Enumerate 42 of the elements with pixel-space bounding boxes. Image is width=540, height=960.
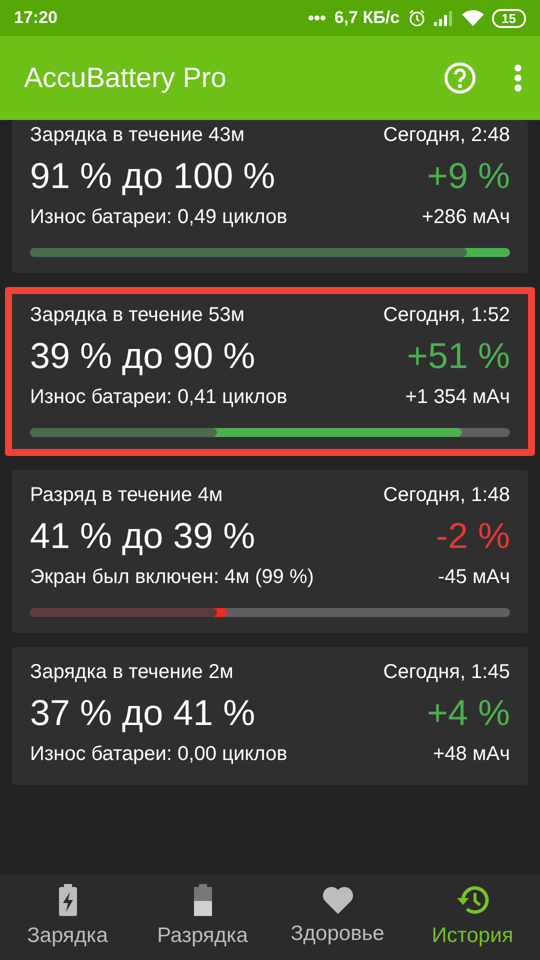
session-detail: Износ батареи: 0,41 циклов xyxy=(30,385,288,410)
network-speed: 6,7 КБ/с xyxy=(334,7,400,30)
nav-tab[interactable]: Разрядка xyxy=(135,880,270,956)
capacity-change: +48 мАч xyxy=(433,742,510,767)
help-icon[interactable] xyxy=(444,62,476,94)
session-duration: Зарядка в течение 53м xyxy=(30,303,244,328)
percent-change: +4 % xyxy=(426,691,510,735)
charge-range: 91 % до 100 % xyxy=(30,154,276,198)
app-title: AccuBattery Pro xyxy=(24,61,226,95)
nav-tab[interactable]: Здоровье xyxy=(270,882,405,954)
charge-range: 41 % до 39 % xyxy=(30,514,256,558)
session-duration: Зарядка в течение 43м xyxy=(30,123,244,148)
capacity-change: -45 мАч xyxy=(438,565,510,590)
session-duration: Зарядка в течение 2м xyxy=(30,660,234,685)
history-icon xyxy=(456,884,490,916)
nav-tab[interactable]: Зарядка xyxy=(0,880,135,956)
percent-change: -2 % xyxy=(436,514,510,558)
percent-change: +9 % xyxy=(426,154,510,198)
charging-battery-icon xyxy=(58,884,78,916)
menu-icon[interactable] xyxy=(514,64,522,92)
charge-range: 37 % до 41 % xyxy=(30,691,256,735)
capacity-change: +286 мАч xyxy=(422,205,510,230)
status-time: 17:20 xyxy=(14,7,58,30)
alarm-icon xyxy=(408,9,426,27)
session-date: Сегодня, 1:48 xyxy=(383,483,510,508)
percent-change: +51 % xyxy=(406,334,510,378)
capacity-change: +1 354 мАч xyxy=(405,385,510,410)
session-date: Сегодня, 2:48 xyxy=(383,123,510,148)
signal-icon xyxy=(434,10,454,26)
more-dots-icon xyxy=(308,15,326,21)
nav-tab[interactable]: История xyxy=(405,880,540,956)
battery-icon xyxy=(192,884,212,916)
charge-range: 39 % до 90 % xyxy=(30,334,256,378)
wifi-icon xyxy=(462,10,484,26)
session-detail: Экран был включен: 4м (99 %) xyxy=(30,565,314,590)
session-date: Сегодня, 1:52 xyxy=(383,303,510,328)
session-duration: Разряд в течение 4м xyxy=(30,483,223,508)
session-detail: Износ батареи: 0,49 циклов xyxy=(30,205,288,230)
session-detail: Износ батареи: 0,00 циклов xyxy=(30,742,288,767)
battery-level: 15 xyxy=(492,8,526,28)
heart-icon xyxy=(322,886,354,914)
session-date: Сегодня, 1:45 xyxy=(383,660,510,685)
